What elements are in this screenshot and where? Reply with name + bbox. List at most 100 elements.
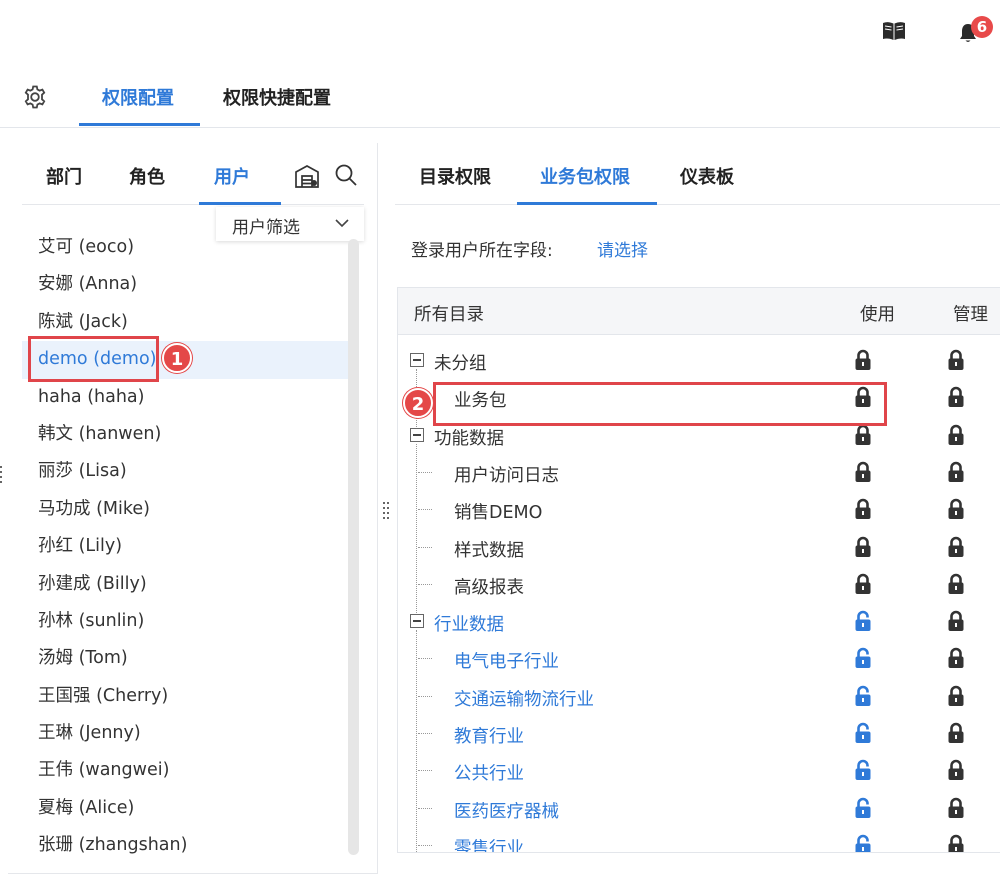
tab-role[interactable]: 角色 [129, 163, 165, 189]
tab-quick-permission-config[interactable]: 权限快捷配置 [223, 84, 331, 124]
table-row[interactable]: 未分组 [398, 342, 1000, 379]
lock-icon[interactable] [947, 536, 965, 558]
lock-icon[interactable] [947, 797, 965, 819]
list-item[interactable]: 马功成 (Mike) [22, 491, 348, 528]
lock-icon[interactable] [947, 759, 965, 781]
unlock-icon[interactable] [854, 685, 872, 707]
tree-branch-line [418, 844, 432, 846]
step-marker-1: 1 [162, 343, 192, 373]
list-item[interactable]: 王琳 (Jenny) [22, 715, 348, 752]
gear-icon[interactable] [22, 84, 48, 110]
tree-item-label[interactable]: 销售DEMO [454, 499, 542, 524]
notifications[interactable]: 6 [955, 16, 995, 46]
user-filter-label: 用户筛选 [232, 218, 300, 238]
list-item[interactable]: 王伟 (wangwei) [22, 752, 348, 789]
collapse-icon[interactable] [410, 427, 424, 442]
lock-icon[interactable] [947, 610, 965, 632]
lock-icon[interactable] [854, 461, 872, 483]
lock-icon[interactable] [854, 498, 872, 520]
lock-icon[interactable] [947, 573, 965, 595]
search-icon[interactable] [334, 163, 358, 187]
lock-icon[interactable] [947, 834, 965, 852]
tree-item-label[interactable]: 用户访问日志 [454, 462, 559, 487]
table-row[interactable]: 样式数据 [398, 529, 1000, 566]
tree-item-label[interactable]: 医药医疗器械 [454, 798, 559, 823]
lock-icon[interactable] [947, 722, 965, 744]
table-row[interactable]: 高级报表 [398, 566, 1000, 603]
tree-item-label[interactable]: 电气电子行业 [454, 648, 559, 673]
user-filter-dropdown[interactable]: 用户筛选 [216, 207, 364, 241]
tree-branch-line [418, 546, 432, 548]
tab-department[interactable]: 部门 [46, 163, 82, 189]
list-item[interactable]: 丽莎 (Lisa) [22, 453, 348, 490]
list-item[interactable]: 汤姆 (Tom) [22, 640, 348, 677]
list-item[interactable]: 王国强 (Cherry) [22, 678, 348, 715]
list-item[interactable]: 孙林 (sunlin) [22, 603, 348, 640]
list-item[interactable]: haha (haha) [22, 379, 348, 416]
chevron-down-icon [335, 219, 349, 228]
tab-business-package-permission[interactable]: 业务包权限 [540, 163, 630, 189]
list-item[interactable]: 安娜 (Anna) [22, 266, 348, 303]
lock-icon[interactable] [854, 349, 872, 371]
lock-icon[interactable] [947, 498, 965, 520]
lock-icon[interactable] [854, 424, 872, 446]
lock-icon[interactable] [947, 685, 965, 707]
table-row[interactable]: 零售行业 [398, 827, 1000, 852]
unlock-icon[interactable] [854, 647, 872, 669]
tab-permission-config[interactable]: 权限配置 [102, 84, 174, 124]
panel-drag-handle[interactable] [383, 502, 389, 520]
collapse-icon[interactable] [410, 353, 424, 367]
lock-icon[interactable] [854, 573, 872, 595]
list-item[interactable]: 韩文 (hanwen) [22, 416, 348, 453]
tree-group-label[interactable]: 行业数据 [434, 611, 504, 636]
list-item[interactable]: 孙红 (Lily) [22, 528, 348, 565]
collapse-icon[interactable] [410, 614, 424, 629]
lock-icon[interactable] [947, 349, 965, 371]
tab-user[interactable]: 用户 [214, 163, 250, 189]
storage-icon[interactable] [293, 163, 321, 189]
lock-icon[interactable] [947, 461, 965, 483]
table-header: 所有目录 使用 管理 [398, 288, 1000, 335]
unlock-icon[interactable] [854, 722, 872, 744]
select-field-link[interactable]: 请选择 [597, 236, 648, 261]
tree-group-label[interactable]: 功能数据 [434, 425, 504, 450]
lock-icon[interactable] [947, 386, 965, 408]
table-row[interactable]: 公共行业 [398, 752, 1000, 789]
list-item[interactable]: 孙建成 (Billy) [22, 566, 348, 603]
book-icon[interactable] [882, 20, 906, 42]
table-row[interactable]: 电气电子行业 [398, 640, 1000, 677]
step-marker-2: 2 [403, 388, 433, 418]
tree-item-label[interactable]: 教育行业 [454, 723, 524, 748]
unlock-icon[interactable] [854, 610, 872, 632]
table-row[interactable]: 用户访问日志 [398, 454, 1000, 491]
main-tabs: 权限配置 权限快捷配置 [0, 70, 1000, 128]
table-row[interactable]: 教育行业 [398, 715, 1000, 752]
left-drag-handle[interactable] [0, 466, 6, 484]
user-list-scrollbar[interactable] [348, 239, 359, 855]
table-row[interactable]: 医药医疗器械 [398, 790, 1000, 827]
tree-group-label[interactable]: 未分组 [434, 350, 487, 375]
tree-item-label[interactable]: 公共行业 [454, 760, 524, 785]
lock-icon[interactable] [854, 536, 872, 558]
unlock-icon[interactable] [854, 797, 872, 819]
unlock-icon[interactable] [854, 759, 872, 781]
header-manage: 管理 [953, 305, 988, 325]
list-item[interactable]: 夏梅 (Alice) [22, 790, 348, 827]
table-row[interactable]: 交通运输物流行业 [398, 678, 1000, 715]
tree-branch-line [418, 583, 432, 585]
login-user-field-label: 登录用户所在字段: [411, 241, 553, 261]
tree-item-label[interactable]: 零售行业 [454, 835, 524, 852]
left-tabs-divider [22, 204, 364, 205]
tree-branch-line [418, 695, 432, 697]
tab-directory-permission[interactable]: 目录权限 [419, 163, 491, 189]
tab-dashboard[interactable]: 仪表板 [680, 163, 734, 189]
lock-icon[interactable] [947, 647, 965, 669]
lock-icon[interactable] [947, 424, 965, 446]
tree-item-label[interactable]: 交通运输物流行业 [454, 686, 594, 711]
table-row[interactable]: 行业数据 [398, 603, 1000, 640]
unlock-icon[interactable] [854, 834, 872, 852]
tree-item-label[interactable]: 样式数据 [454, 537, 524, 562]
tree-item-label[interactable]: 高级报表 [454, 574, 524, 599]
list-item[interactable]: 张珊 (zhangshan) [22, 827, 348, 864]
table-row[interactable]: 销售DEMO [398, 491, 1000, 528]
